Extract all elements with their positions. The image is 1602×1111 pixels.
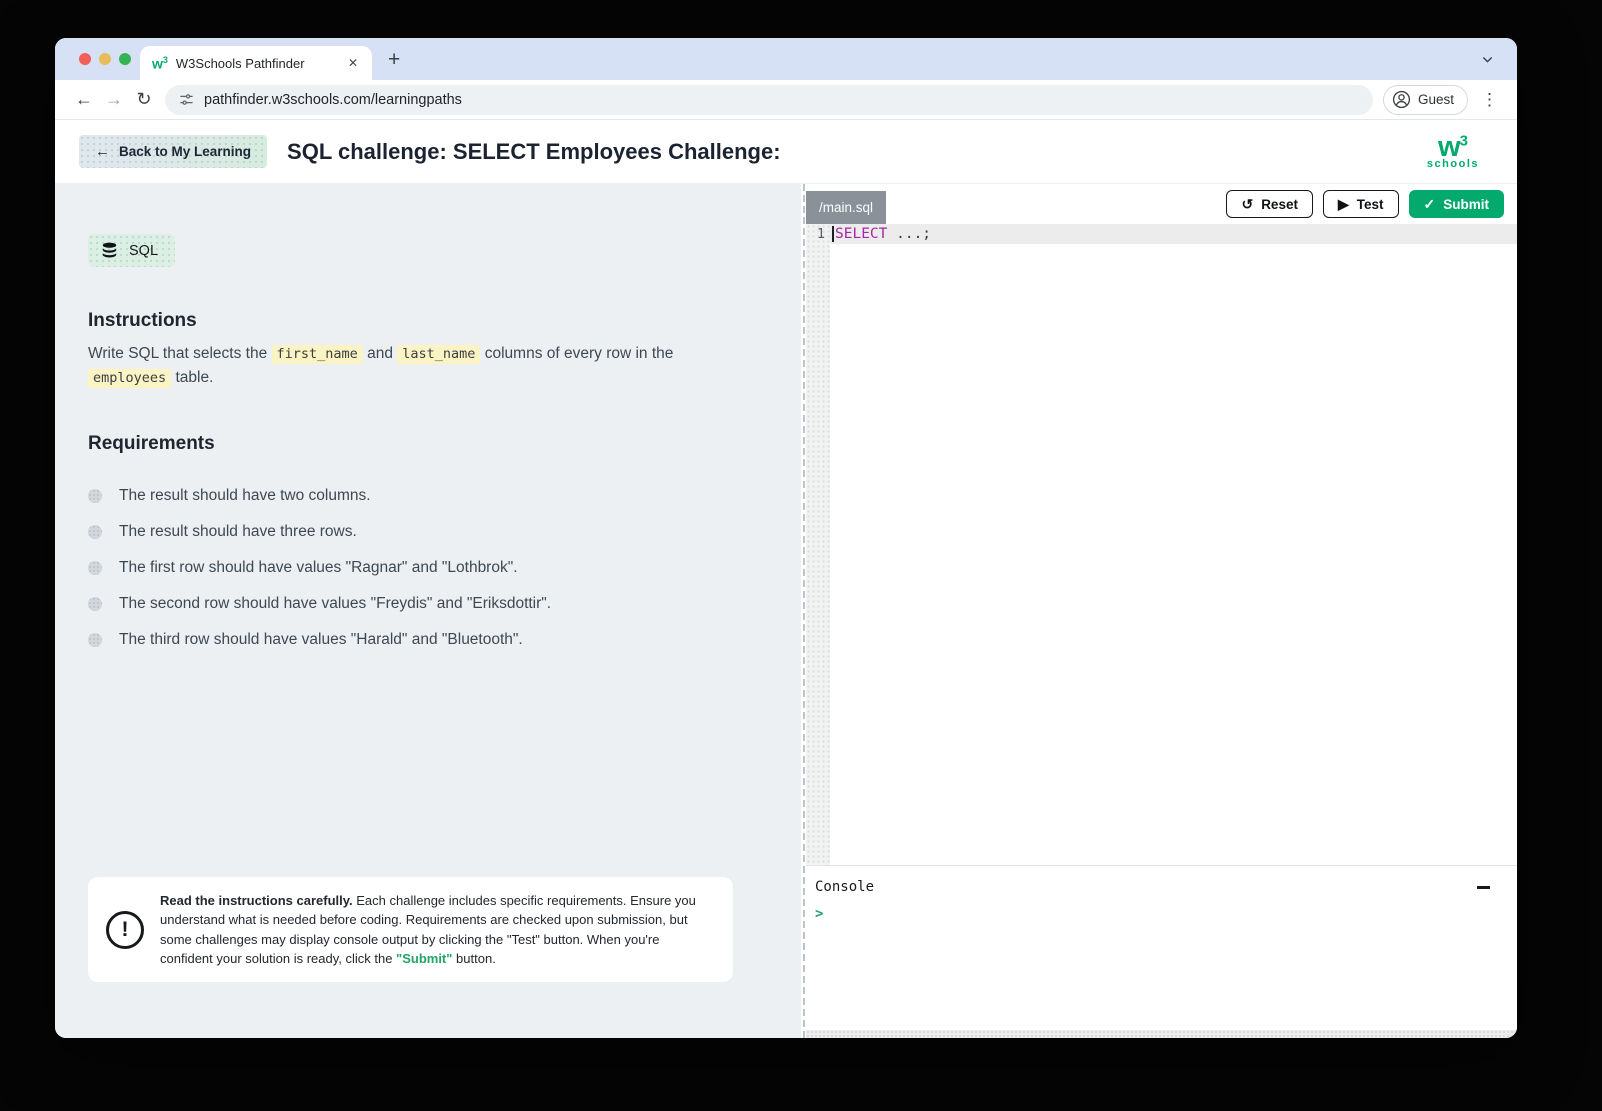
submit-emphasis: "Submit": [396, 950, 453, 966]
challenge-panel: SQL Instructions Write SQL that selects …: [55, 184, 801, 1038]
person-icon: [1392, 90, 1411, 109]
close-tab-icon[interactable]: ✕: [344, 54, 362, 72]
close-window-button[interactable]: [79, 53, 91, 65]
traffic-lights: [79, 53, 131, 65]
code-editor[interactable]: 1 SELECT ...;: [806, 224, 1517, 865]
browser-toolbar: ← → ↻ pathfinder.w3schools.com/learningp…: [55, 80, 1517, 120]
page-title: SQL challenge: SELECT Employees Challeng…: [287, 138, 781, 164]
w3schools-logo: w3 schools: [1426, 131, 1479, 170]
test-label: Test: [1356, 196, 1384, 212]
language-badge-label: SQL: [129, 242, 159, 259]
requirement-text: The third row should have values "Harald…: [119, 631, 523, 649]
console-prompt: >: [815, 906, 824, 922]
editor-actions: ↺ Reset ▶ Test ✓ Submit: [1226, 190, 1504, 218]
profile-label: Guest: [1417, 92, 1454, 107]
requirement-text: The result should have two columns.: [119, 487, 371, 505]
forward-button[interactable]: →: [99, 85, 129, 115]
w3schools-favicon-icon: w3: [152, 54, 168, 72]
requirement-text: The result should have three rows.: [119, 523, 357, 541]
horizontal-scrollbar[interactable]: [806, 1030, 1517, 1038]
chevron-down-icon: [1482, 56, 1492, 63]
url-text: pathfinder.w3schools.com/learningpaths: [204, 91, 462, 108]
tab-title: W3Schools Pathfinder: [175, 55, 305, 71]
requirement-bullet-icon: [88, 633, 102, 648]
file-tab-main-sql[interactable]: /main.sql: [806, 191, 887, 224]
instructions-note: ! Read the instructions carefully. Each …: [88, 877, 733, 982]
note-text: Read the instructions carefully. Each ch…: [160, 893, 696, 966]
database-icon: [102, 242, 117, 258]
left-arrow-icon: ←: [95, 143, 110, 160]
active-line-highlight: [830, 224, 1517, 244]
requirement-bullet-icon: [88, 561, 102, 576]
reload-button[interactable]: ↻: [129, 85, 159, 115]
console-minimize-icon[interactable]: [1477, 885, 1490, 889]
minimize-window-button[interactable]: [99, 53, 111, 65]
play-icon: ▶: [1337, 196, 1349, 212]
console-panel: Console >: [806, 865, 1517, 1030]
requirement-bullet-icon: [88, 525, 102, 540]
browser-tab-strip: w3 W3Schools Pathfinder ✕ +: [55, 38, 1517, 80]
requirement-text: The first row should have values "Ragnar…: [119, 559, 518, 577]
submit-button[interactable]: ✓ Submit: [1408, 190, 1504, 218]
code-rest: ...;: [887, 226, 932, 242]
reset-label: Reset: [1261, 196, 1298, 212]
console-header: Console: [815, 879, 1503, 895]
main-content: SQL Instructions Write SQL that selects …: [55, 184, 1517, 1038]
console-title: Console: [815, 879, 875, 895]
requirement-item: The second row should have values "Freyd…: [88, 595, 741, 613]
profile-button[interactable]: Guest: [1382, 84, 1468, 115]
site-settings-icon: [180, 94, 193, 105]
tab-search-button[interactable]: [1473, 47, 1501, 71]
test-button[interactable]: ▶ Test: [1322, 190, 1399, 218]
new-tab-button[interactable]: +: [388, 49, 400, 70]
line-number-gutter: [806, 224, 830, 865]
submit-label: Submit: [1443, 196, 1489, 212]
check-icon: ✓: [1423, 196, 1436, 212]
requirements-heading: Requirements: [88, 433, 215, 455]
language-badge: SQL: [88, 234, 176, 267]
requirements-list: The result should have two columns. The …: [88, 469, 741, 649]
editor-toolbar: /main.sql ↺ Reset ▶ Test ✓ Submit: [806, 184, 1517, 224]
requirement-item: The result should have two columns.: [88, 487, 741, 505]
requirement-item: The result should have three rows.: [88, 523, 741, 541]
instructions-text: Write SQL that selects the first_name an…: [88, 345, 674, 389]
code-token: employees: [88, 369, 172, 389]
code-token: first_name: [271, 345, 363, 364]
back-to-learning-label: Back to My Learning: [119, 144, 252, 159]
code-line: SELECT ...;: [832, 224, 931, 244]
requirement-bullet-icon: [88, 489, 102, 504]
text-cursor: [832, 226, 834, 242]
requirement-text: The second row should have values "Freyd…: [119, 595, 552, 613]
back-button[interactable]: ←: [69, 85, 99, 115]
browser-menu-button[interactable]: ⋮: [1476, 90, 1503, 110]
requirement-item: The third row should have values "Harald…: [88, 631, 741, 649]
requirement-bullet-icon: [88, 597, 102, 612]
line-number: 1: [816, 226, 825, 242]
editor-panel: /main.sql ↺ Reset ▶ Test ✓ Submit 1 SELE…: [806, 184, 1517, 1038]
reset-icon: ↺: [1241, 196, 1254, 212]
exclamation-circle-icon: !: [106, 910, 144, 949]
address-bar[interactable]: pathfinder.w3schools.com/learningpaths: [165, 84, 1373, 115]
code-token: last_name: [397, 345, 481, 364]
fullscreen-window-button[interactable]: [119, 53, 131, 65]
instructions-heading: Instructions: [88, 310, 197, 331]
sql-keyword: SELECT: [835, 226, 888, 242]
reset-button[interactable]: ↺ Reset: [1226, 190, 1313, 218]
requirement-item: The first row should have values "Ragnar…: [88, 559, 741, 577]
browser-window: w3 W3Schools Pathfinder ✕ + ← → ↻ pathfi…: [55, 38, 1517, 1038]
page-header: ← Back to My Learning SQL challenge: SEL…: [55, 120, 1517, 184]
back-to-learning-button[interactable]: ← Back to My Learning: [79, 135, 267, 168]
browser-tab[interactable]: w3 W3Schools Pathfinder ✕: [140, 46, 372, 80]
